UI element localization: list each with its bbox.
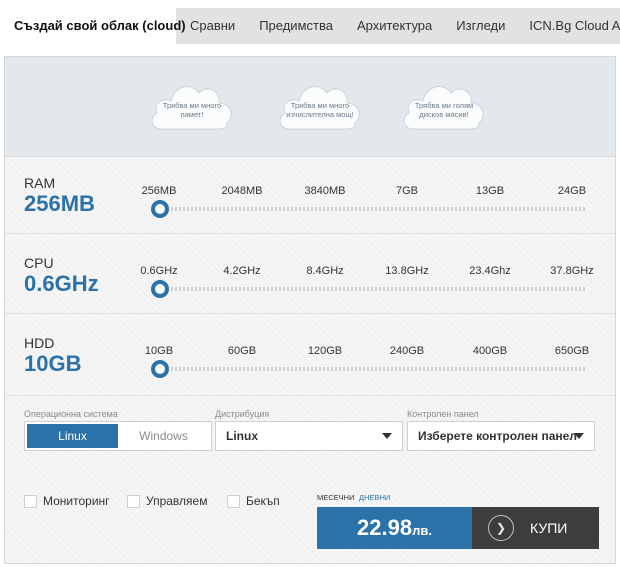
- divider: [5, 233, 615, 234]
- cpu-tick[interactable]: 4.2GHz: [223, 265, 260, 277]
- ram-tick[interactable]: 13GB: [476, 185, 504, 197]
- tab-views[interactable]: Изгледи: [444, 8, 517, 44]
- billing-monthly[interactable]: МЕСЕЧНИ: [317, 493, 354, 502]
- cpu-tick[interactable]: 37.8GHz: [550, 265, 593, 277]
- hdd-track[interactable]: [155, 367, 585, 371]
- cpu-tick[interactable]: 13.8GHz: [385, 265, 428, 277]
- preset-cpu-text: Трябва ми много изчислителна мощ!: [286, 101, 354, 119]
- buy-button[interactable]: ❯ КУПИ: [472, 507, 599, 549]
- preset-memory-cloud[interactable]: Трябва ми много памет!: [147, 71, 237, 135]
- os-selector: Linux Windows: [24, 421, 212, 451]
- ram-tick[interactable]: 24GB: [558, 185, 586, 197]
- preset-disk-text: Трябва ми голям дисков масив!: [414, 101, 474, 119]
- cpu-ticks: 0.6GHz 4.2GHz 8.4GHz 13.8GHz 23.4Ghz 37.…: [5, 265, 615, 281]
- hdd-tick[interactable]: 400GB: [473, 345, 507, 357]
- divider: [5, 395, 615, 396]
- hdd-tick[interactable]: 650GB: [555, 345, 589, 357]
- tab-architecture[interactable]: Архитектура: [345, 8, 444, 44]
- addon-monitoring-label: Мониторинг: [43, 494, 110, 508]
- preset-memory-text: Трябва ми много памет!: [162, 101, 222, 119]
- tab-compare[interactable]: Сравни: [178, 8, 247, 44]
- hdd-tick[interactable]: 60GB: [228, 345, 256, 357]
- checkbox[interactable]: [24, 494, 37, 508]
- ram-tick[interactable]: 2048MB: [222, 185, 263, 197]
- preset-disk-cloud[interactable]: Трябва ми голям дисков масив!: [399, 71, 489, 135]
- addon-managed[interactable]: Управляем: [127, 493, 207, 509]
- preset-clouds: Трябва ми много памет! Трябва ми много и…: [5, 57, 615, 157]
- tab-bar: Създай свой облак (cloud) Сравни Предимс…: [0, 8, 620, 44]
- addon-backup[interactable]: Бекъп: [227, 493, 280, 509]
- ram-tick[interactable]: 7GB: [396, 185, 418, 197]
- divider: [5, 313, 615, 314]
- ram-ticks: 256MB 2048MB 3840MB 7GB 13GB 24GB: [5, 185, 615, 201]
- hdd-slider-handle[interactable]: [151, 360, 169, 378]
- addon-monitoring[interactable]: Мониторинг: [24, 493, 110, 509]
- distribution-label: Дистрибуция: [215, 409, 270, 419]
- price-display: 22.98лв.: [317, 507, 472, 549]
- cpu-slider-row: CPU 0.6GHz 0.6GHz 4.2GHz 8.4GHz 13.8GHz …: [5, 255, 615, 333]
- ram-slider-row: RAM 256MB 256MB 2048MB 3840MB 7GB 13GB 2…: [5, 175, 615, 253]
- checkbox[interactable]: [227, 494, 240, 508]
- ram-track[interactable]: [155, 207, 585, 211]
- buy-label: КУПИ: [530, 520, 568, 536]
- ram-tick[interactable]: 3840MB: [305, 185, 346, 197]
- ram-tick[interactable]: 256MB: [142, 185, 177, 197]
- hdd-tick[interactable]: 120GB: [308, 345, 342, 357]
- hdd-tick[interactable]: 240GB: [390, 345, 424, 357]
- os-label: Операционна система: [24, 409, 118, 419]
- cpu-track[interactable]: [155, 287, 585, 291]
- checkbox[interactable]: [127, 494, 140, 508]
- distribution-value: Linux: [226, 429, 258, 443]
- chevron-down-icon: [574, 433, 584, 439]
- price-value: 22.98: [357, 515, 413, 540]
- hdd-tick[interactable]: 10GB: [145, 345, 173, 357]
- os-option-windows[interactable]: Windows: [118, 424, 209, 448]
- cpu-slider-handle[interactable]: [151, 280, 169, 298]
- addon-managed-label: Управляем: [146, 494, 208, 508]
- hdd-ticks: 10GB 60GB 120GB 240GB 400GB 650GB: [5, 345, 615, 361]
- cpu-tick[interactable]: 0.6GHz: [140, 265, 177, 277]
- tab-advantages[interactable]: Предимства: [247, 8, 345, 44]
- hdd-slider-row: HDD 10GB 10GB 60GB 120GB 240GB 400GB 650…: [5, 335, 615, 413]
- preset-cpu-cloud[interactable]: Трябва ми много изчислителна мощ!: [275, 71, 365, 135]
- control-panel-select[interactable]: Изберете контролен панел: [407, 421, 595, 451]
- chevron-down-icon: [382, 433, 392, 439]
- control-panel-value: Изберете контролен панел: [418, 429, 577, 443]
- addon-backup-label: Бекъп: [246, 494, 280, 508]
- cpu-tick[interactable]: 8.4GHz: [306, 265, 343, 277]
- tab-create-cloud[interactable]: Създай свой облак (cloud): [0, 8, 186, 44]
- control-panel-label: Контролен панел: [407, 409, 479, 419]
- cpu-tick[interactable]: 23.4Ghz: [469, 265, 511, 277]
- price-currency: лв.: [412, 523, 432, 538]
- ram-slider-handle[interactable]: [151, 200, 169, 218]
- os-option-linux[interactable]: Linux: [27, 424, 118, 448]
- cloud-configurator: Трябва ми много памет! Трябва ми много и…: [4, 56, 616, 564]
- billing-daily[interactable]: ДНЕВНИ: [359, 493, 390, 502]
- chevron-right-icon: ❯: [488, 515, 514, 541]
- tab-cloud-app[interactable]: ICN.Bg Cloud App: [517, 8, 620, 44]
- distribution-select[interactable]: Linux: [215, 421, 403, 451]
